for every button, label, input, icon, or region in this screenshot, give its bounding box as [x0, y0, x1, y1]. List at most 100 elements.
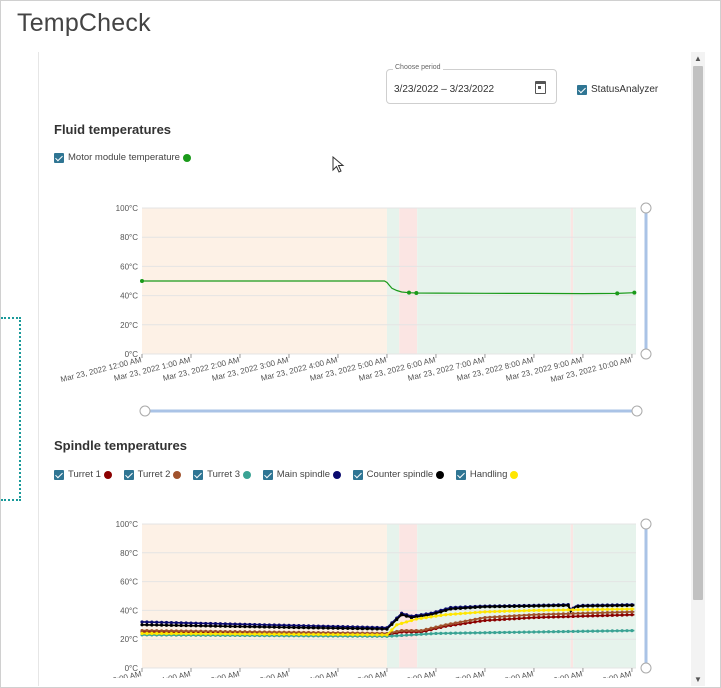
series-marker — [365, 627, 369, 631]
series-marker — [488, 615, 492, 619]
series-marker — [184, 623, 188, 628]
y-range-bottom-handle — [640, 662, 652, 674]
legend-item-turret-2[interactable]: Turret 2 — [123, 469, 182, 480]
series-marker — [507, 630, 512, 634]
series-marker — [600, 607, 605, 612]
series-marker — [434, 611, 438, 615]
series-marker — [277, 632, 281, 636]
time-range-start-handle[interactable] — [139, 405, 151, 417]
series-marker — [507, 604, 512, 609]
series-marker — [625, 610, 629, 614]
series-marker — [204, 624, 208, 628]
series-marker — [600, 611, 605, 615]
series-marker — [316, 632, 320, 637]
chart-band — [142, 524, 387, 668]
spindle-legend: Turret 1 Turret 2 Turret 3 Main spindle … — [54, 469, 527, 480]
legend-item-main-spindle[interactable]: Main spindle — [262, 469, 342, 480]
series-marker — [434, 631, 438, 636]
period-picker[interactable]: Choose period 3/23/2022 – 3/23/2022 — [386, 64, 557, 104]
series-marker — [468, 611, 472, 615]
series-marker — [556, 603, 561, 608]
handling-checkbox[interactable] — [455, 469, 466, 480]
series-marker — [566, 603, 570, 607]
series-marker — [488, 631, 492, 635]
legend-item-handling[interactable]: Handling — [455, 469, 519, 480]
motor-module-checkbox[interactable] — [54, 152, 64, 163]
series-marker — [561, 629, 565, 634]
counter-spindle-checkbox[interactable] — [352, 469, 363, 480]
series-marker — [512, 617, 516, 621]
period-value[interactable]: 3/23/2022 – 3/23/2022 — [394, 84, 494, 95]
series-marker — [502, 630, 507, 635]
series-marker — [204, 632, 208, 636]
series-marker — [527, 613, 531, 617]
series-marker — [267, 632, 271, 636]
turret-3-checkbox[interactable] — [193, 469, 204, 480]
series-marker — [566, 629, 570, 634]
series-marker — [208, 624, 213, 628]
series-marker — [321, 626, 325, 630]
series-marker — [316, 626, 320, 630]
series-marker — [463, 631, 467, 635]
series-marker — [189, 632, 193, 636]
series-marker — [429, 615, 433, 619]
series-marker — [233, 632, 237, 636]
turret-1-checkbox[interactable] — [54, 469, 64, 480]
series-color-dot — [182, 153, 191, 162]
series-marker — [517, 604, 521, 608]
series-marker — [453, 612, 458, 616]
legend-item-counter-spindle[interactable]: Counter spindle — [352, 469, 445, 480]
series-marker — [556, 608, 561, 612]
chart-band — [570, 524, 574, 668]
status-analyzer-checkbox[interactable] — [577, 84, 587, 95]
series-marker — [434, 614, 438, 618]
series-marker — [155, 629, 159, 633]
turret-2-checkbox[interactable] — [123, 469, 134, 480]
series-marker — [542, 612, 546, 617]
scroll-up-icon[interactable]: ▲ — [694, 54, 702, 63]
series-marker — [547, 630, 551, 634]
scrollbar-thumb[interactable] — [693, 66, 703, 600]
legend-item-turret-3[interactable]: Turret 3 — [193, 469, 252, 480]
series-marker — [620, 607, 624, 611]
series-marker — [257, 625, 262, 629]
y-tick-label: 60°C — [120, 262, 138, 271]
series-marker — [140, 279, 144, 283]
chart-band — [386, 524, 400, 668]
time-range-end-handle[interactable] — [631, 405, 643, 417]
series-marker — [213, 632, 218, 636]
calendar-icon[interactable] — [535, 81, 546, 94]
series-marker — [561, 615, 565, 619]
series-marker — [159, 629, 164, 633]
series-marker — [586, 604, 590, 608]
series-marker — [380, 627, 384, 631]
series-marker — [620, 603, 624, 608]
series-marker — [267, 625, 271, 629]
series-marker — [576, 604, 580, 609]
y-tick-label: 60°C — [120, 578, 138, 587]
series-marker — [458, 631, 463, 635]
series-marker — [532, 630, 536, 634]
series-marker — [473, 605, 477, 610]
series-marker — [507, 609, 512, 613]
series-marker — [542, 615, 546, 619]
vertical-scrollbar[interactable]: ▲ ▼ — [691, 52, 705, 686]
series-marker — [395, 623, 399, 627]
main-content: Choose period 3/23/2022 – 3/23/2022 Stat… — [38, 52, 688, 686]
series-marker — [600, 629, 605, 633]
spindle-section-title: Spindle temperatures — [54, 438, 187, 453]
status-analyzer-toggle[interactable]: StatusAnalyzer — [577, 84, 658, 95]
series-marker — [429, 626, 433, 630]
series-marker — [498, 604, 502, 609]
series-marker — [561, 608, 565, 612]
series-marker — [522, 613, 526, 617]
series-marker — [512, 609, 516, 613]
y-tick-label: 20°C — [120, 635, 138, 644]
legend-item-turret-1[interactable]: Turret 1 — [54, 469, 112, 480]
legend-item-motor-module[interactable]: Motor module temperature — [54, 152, 191, 163]
series-marker — [542, 604, 546, 608]
main-spindle-checkbox[interactable] — [262, 469, 273, 480]
scroll-down-icon[interactable]: ▼ — [694, 675, 702, 684]
time-range-slider[interactable] — [39, 396, 688, 426]
series-marker — [522, 630, 526, 634]
